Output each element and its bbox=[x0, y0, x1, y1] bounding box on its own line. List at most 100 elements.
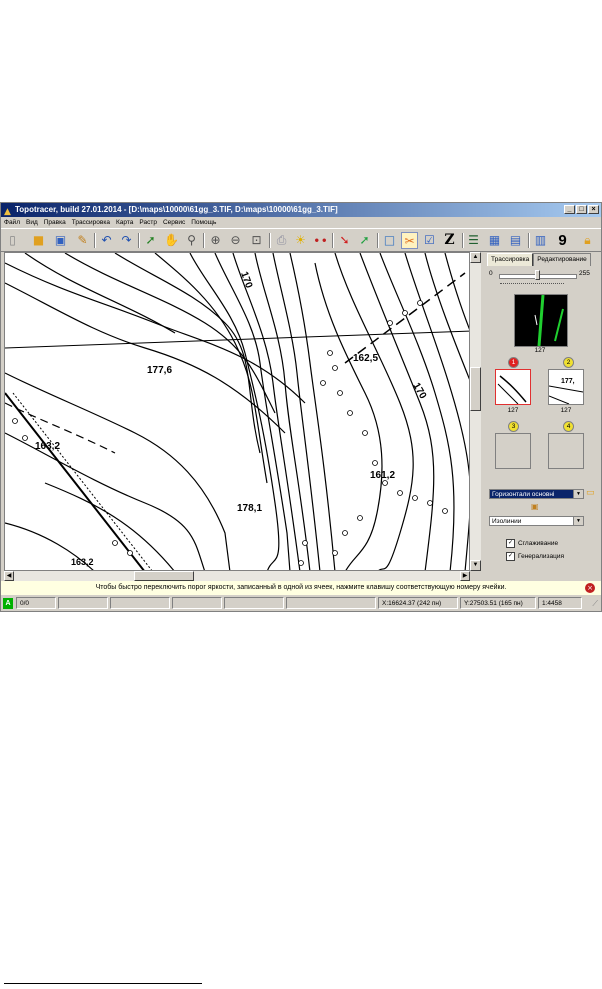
title-bar: ▲ Topotracer, build 27.01.2014 - [D:\map… bbox=[1, 203, 601, 217]
maximize-button[interactable]: □ bbox=[576, 205, 587, 214]
nine-button[interactable]: 9 bbox=[554, 232, 571, 249]
print-icon[interactable]: ⎙ bbox=[273, 232, 290, 249]
menu-view[interactable]: Вид bbox=[23, 218, 41, 228]
tab-editing[interactable]: Редактирование bbox=[533, 253, 591, 266]
map-label: 170 bbox=[410, 381, 428, 401]
zoom-out-icon[interactable]: ⊖ bbox=[227, 232, 244, 249]
scroll-thumb[interactable] bbox=[134, 571, 194, 581]
scroll-up-icon[interactable]: ▲ bbox=[470, 252, 481, 263]
object-type-select[interactable]: Изолинии ▼ bbox=[489, 516, 584, 526]
generalization-label: Генерализация bbox=[518, 553, 565, 560]
slider-min-label: 0 bbox=[489, 270, 493, 277]
tab-tracing[interactable]: Трассировка bbox=[487, 253, 534, 266]
hand-pan-icon[interactable]: ✋ bbox=[163, 232, 180, 249]
threshold-cell-2[interactable]: 177, bbox=[548, 369, 584, 405]
map-label: 161,2 bbox=[370, 470, 395, 481]
chart-icon[interactable]: ▥ bbox=[532, 232, 549, 249]
mode-indicator: A bbox=[3, 598, 13, 609]
scroll-left-icon[interactable]: ◀ bbox=[4, 571, 14, 581]
resize-grip-icon[interactable]: ⟋ bbox=[592, 599, 598, 609]
menu-service[interactable]: Сервис bbox=[160, 218, 188, 228]
object-type-value: Изолинии bbox=[492, 518, 522, 525]
open-folder-icon[interactable]: ■ bbox=[30, 232, 47, 249]
cell-badge-3: 3 bbox=[508, 421, 519, 432]
status-panel bbox=[172, 597, 222, 609]
cell-2-value: 127 bbox=[560, 407, 572, 414]
minimize-button[interactable]: _ bbox=[564, 205, 575, 214]
map-label: 178,1 bbox=[237, 503, 262, 514]
topographic-map: 177,6 162,5 163,2 178,1 161,2 170 170 16… bbox=[5, 253, 469, 570]
menu-file[interactable]: Файл bbox=[1, 218, 23, 228]
scroll-down-icon[interactable]: ▼ bbox=[470, 560, 481, 571]
status-panel bbox=[58, 597, 108, 609]
threshold-cell-4[interactable] bbox=[548, 433, 584, 469]
status-panel bbox=[224, 597, 284, 609]
grid-icon[interactable]: ▦ bbox=[486, 232, 503, 249]
close-button[interactable]: × bbox=[588, 205, 599, 214]
zoom-icon[interactable]: ⚲ bbox=[183, 232, 200, 249]
folder-icon[interactable]: ▭ bbox=[586, 488, 595, 498]
map-canvas[interactable]: 177,6 162,5 163,2 178,1 161,2 170 170 16… bbox=[4, 252, 470, 571]
save-icon[interactable]: ▣ bbox=[52, 232, 69, 249]
z-button[interactable]: Z bbox=[441, 232, 458, 249]
chevron-down-icon[interactable]: ▼ bbox=[573, 490, 583, 498]
point-tool-icon[interactable]: ∙∙ bbox=[312, 232, 329, 249]
generalization-checkbox[interactable]: ✓ Генерализация bbox=[506, 552, 564, 561]
slider-ticks bbox=[500, 283, 564, 284]
threshold-cell-1[interactable] bbox=[495, 369, 531, 405]
preview-image bbox=[534, 295, 564, 346]
menu-edit[interactable]: Правка bbox=[41, 218, 69, 228]
horizontal-scrollbar[interactable]: ◀ ▶ bbox=[4, 571, 470, 581]
lock-icon[interactable]: 🔒︎ bbox=[579, 232, 596, 249]
tracing-panel: Трассировка Редактирование 0 255 127 1 2… bbox=[484, 252, 599, 581]
close-icon[interactable]: × bbox=[585, 583, 595, 593]
bulb-icon[interactable]: ☀ bbox=[292, 232, 309, 249]
menu-tracing[interactable]: Трассировка bbox=[69, 218, 113, 228]
undo-icon[interactable]: ↶ bbox=[98, 232, 115, 249]
status-scale: 1:4458 bbox=[538, 597, 582, 609]
map-label: 170 bbox=[238, 270, 254, 290]
trace-icon[interactable]: ✂ bbox=[401, 232, 418, 249]
smoothing-checkbox[interactable]: ✓ Сглаживание bbox=[506, 539, 558, 548]
scroll-right-icon[interactable]: ▶ bbox=[460, 571, 470, 581]
threshold-slider-row: 0 255 bbox=[489, 269, 597, 281]
toolbar: ▯ ■ ▣ ✎ ↶ ↷ ➚ ✋ ⚲ ⊕ ⊖ ⊡ ⎙ ☀ ∙∙ ➘ ➚ □ ✂ ☑… bbox=[1, 228, 601, 252]
app-window: ▲ Topotracer, build 27.01.2014 - [D:\map… bbox=[0, 202, 602, 612]
map-label: 177,6 bbox=[147, 365, 172, 376]
hint-bar: Чтобы быстро переключить порог яркости, … bbox=[1, 581, 601, 595]
menu-help[interactable]: Помощь bbox=[188, 218, 219, 228]
slider-max-label: 255 bbox=[579, 270, 590, 277]
properties-icon[interactable]: ▤ bbox=[507, 232, 524, 249]
layer-select[interactable]: Горизонтали основні ▼ bbox=[489, 489, 584, 499]
slider-knob[interactable] bbox=[535, 270, 540, 280]
threshold-cell-3[interactable] bbox=[495, 433, 531, 469]
arrow-up-icon[interactable]: ➚ bbox=[356, 232, 373, 249]
menu-bar: Файл Вид Правка Трассировка Карта Растр … bbox=[1, 218, 601, 228]
square-icon[interactable]: □ bbox=[381, 232, 398, 249]
window-title: Topotracer, build 27.01.2014 - [D:\maps\… bbox=[15, 205, 338, 214]
status-bar: A 0/0 X:16624.37 (242 пн) Y:27503.51 (16… bbox=[1, 596, 601, 611]
cell-badge-4: 4 bbox=[563, 421, 574, 432]
smoothing-label: Сглаживание bbox=[518, 540, 559, 547]
arrow-down-icon[interactable]: ➘ bbox=[336, 232, 353, 249]
cell-badge-2: 2 bbox=[563, 357, 574, 368]
zoom-in-icon[interactable]: ⊕ bbox=[207, 232, 224, 249]
lock-small-icon[interactable]: ▣ bbox=[531, 502, 539, 511]
edit-icon[interactable]: ✎ bbox=[74, 232, 91, 249]
select-arrow-icon[interactable]: ➚ bbox=[142, 232, 159, 249]
scroll-thumb[interactable] bbox=[470, 367, 481, 411]
hint-text: Чтобы быстро переключить порог яркости, … bbox=[95, 584, 507, 591]
chevron-down-icon[interactable]: ▼ bbox=[573, 517, 583, 525]
check-edit-icon[interactable]: ☑ bbox=[421, 232, 438, 249]
map-label: 162,5 bbox=[353, 353, 378, 364]
footnote-rule bbox=[4, 983, 202, 984]
layers-icon[interactable]: ☰ bbox=[465, 232, 482, 249]
vertical-scrollbar[interactable]: ▲ ▼ bbox=[470, 252, 481, 571]
zoom-window-icon[interactable]: ⊡ bbox=[248, 232, 265, 249]
redo-icon[interactable]: ↷ bbox=[118, 232, 135, 249]
menu-raster[interactable]: Растр bbox=[136, 218, 160, 228]
new-file-icon[interactable]: ▯ bbox=[4, 232, 21, 249]
check-icon: ✓ bbox=[506, 552, 515, 561]
check-icon: ✓ bbox=[506, 539, 515, 548]
menu-map[interactable]: Карта bbox=[113, 218, 136, 228]
